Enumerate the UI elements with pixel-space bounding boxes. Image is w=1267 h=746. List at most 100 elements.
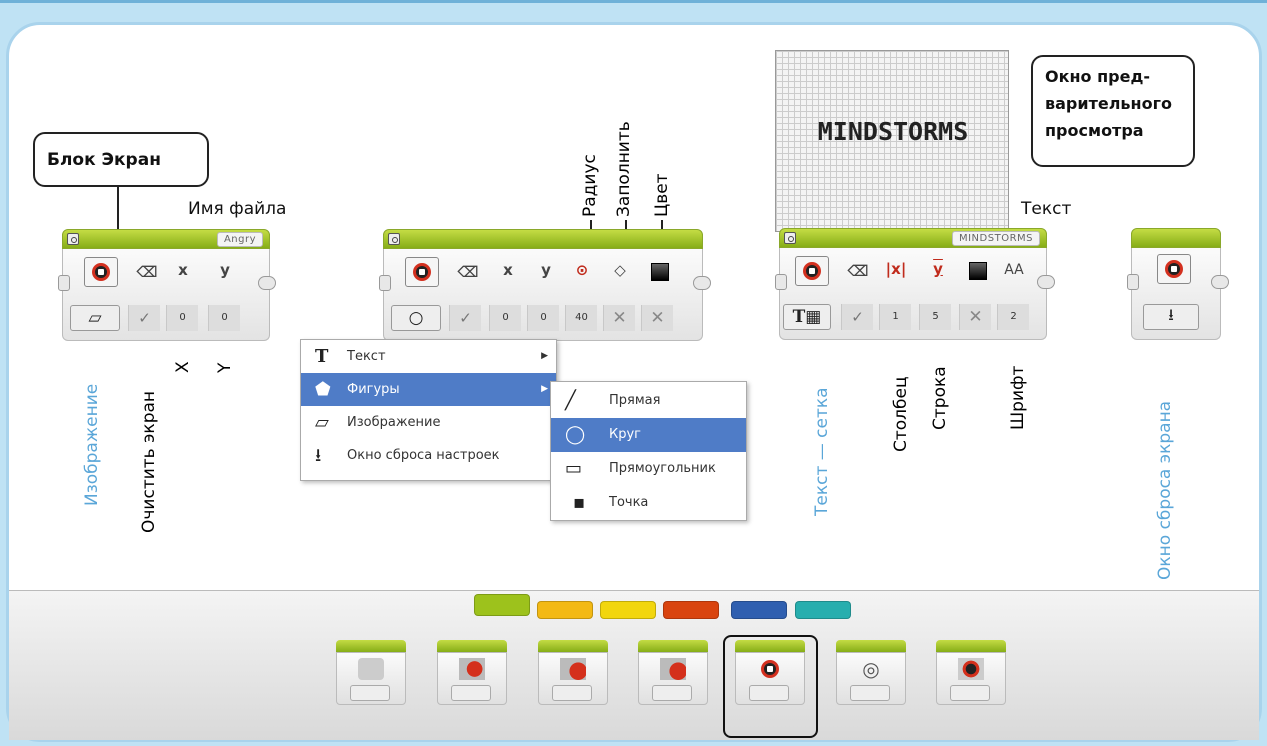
label-radius: Радиус	[580, 154, 600, 217]
palette-block-medium-motor[interactable]	[336, 640, 406, 705]
label-font: Шрифт	[1008, 365, 1028, 430]
x-value[interactable]: 0	[489, 305, 521, 331]
rectangle-icon: ▭	[565, 458, 583, 479]
menu-item-image[interactable]: ▱ Изображение	[301, 406, 556, 439]
submenu-item-line[interactable]: ╱ Прямая	[551, 384, 746, 418]
sequence-out-plug[interactable]	[258, 276, 276, 290]
download-icon: ⭳	[315, 445, 322, 466]
text-field[interactable]: MINDSTORMS	[951, 231, 1040, 246]
display-icon	[784, 232, 796, 244]
radius-value[interactable]: 40	[565, 305, 597, 331]
submenu-item-rectangle[interactable]: ▭ Прямоугольник	[551, 452, 746, 486]
clear-value[interactable]: ✓	[128, 305, 160, 331]
display-eye-icon	[92, 263, 110, 281]
callout-preview-line-1: Окно пред-	[1045, 67, 1150, 86]
tank-icon	[660, 658, 686, 680]
palette-tab-data[interactable]	[663, 601, 719, 619]
reset-mode-button[interactable]: ⭳	[1143, 304, 1199, 330]
sequence-out-plug[interactable]	[1037, 275, 1055, 289]
submenu-arrow-icon: ▶	[541, 384, 548, 394]
filename-field[interactable]: Angry	[216, 232, 263, 247]
label-fill: Заполнить	[614, 121, 634, 217]
display-block-image[interactable]: Angry ▱ ⌫ x y ✓ 0 0	[58, 229, 276, 341]
palette-tab-action[interactable]	[474, 594, 530, 616]
color-icon	[965, 260, 991, 282]
palette-block-sound[interactable]: ◎	[836, 640, 906, 705]
submenu-item-point[interactable]: ▪ Точка	[551, 486, 746, 520]
column-value[interactable]: 1	[879, 304, 911, 330]
sequence-in-plug[interactable]	[775, 274, 787, 290]
fill-value[interactable]: ✕	[603, 305, 635, 331]
submenu-item-label: Точка	[609, 495, 649, 510]
palette-tab-flow[interactable]	[537, 601, 593, 619]
y-value[interactable]: 0	[208, 305, 240, 331]
menu-item-label: Окно сброса настроек	[347, 448, 500, 463]
menu-item-text[interactable]: T Текст ▶	[301, 340, 556, 373]
mode-selector[interactable]	[84, 257, 118, 287]
point-icon: ▪	[573, 492, 586, 513]
sequence-out-plug[interactable]	[693, 276, 711, 290]
text-icon: T	[315, 346, 329, 367]
clear-value[interactable]: ✓	[449, 305, 481, 331]
palette-block-brick-light[interactable]	[936, 640, 1006, 705]
menu-item-shapes[interactable]: ⬟ Фигуры ▶	[301, 373, 556, 406]
display-eye-icon	[803, 262, 821, 280]
column-icon: |x|	[885, 260, 907, 278]
sequence-in-plug[interactable]	[379, 275, 391, 291]
sequence-in-plug[interactable]	[58, 275, 70, 291]
palette-block-move-tank[interactable]	[638, 640, 708, 705]
label-color: Цвет	[652, 173, 672, 217]
steering-icon	[560, 658, 586, 680]
x-value[interactable]: 0	[166, 305, 198, 331]
mode-menu: T Текст ▶ ⬟ Фигуры ▶ ▱ Изображение ⭳ Окно сбро…	[300, 339, 557, 481]
callout-preview: Окно пред- варительного просмотра	[1031, 55, 1195, 167]
label-text-grid: Текст — сетка	[812, 387, 832, 516]
callout-screen-block: Блок Экран	[33, 132, 209, 187]
submenu-item-label: Круг	[609, 427, 642, 442]
palette-tab-advanced[interactable]	[731, 601, 787, 619]
row-value[interactable]: 5	[919, 304, 951, 330]
clear-value[interactable]: ✓	[841, 304, 873, 330]
color-icon	[647, 261, 673, 283]
palette-block-display[interactable]	[735, 640, 805, 705]
palette-block-move-steering[interactable]	[538, 640, 608, 705]
menu-item-reset[interactable]: ⭳ Окно сброса настроек	[301, 439, 556, 472]
x-param-label: x	[503, 261, 513, 279]
display-block-text-grid[interactable]: MINDSTORMS T▦ ⌫ |x| y AA ✓ 1 5 ✕ 2	[775, 228, 1055, 340]
display-icon	[388, 233, 400, 245]
block-header: MINDSTORMS	[779, 228, 1047, 248]
image-mode-button[interactable]: ▱	[70, 305, 120, 331]
color-value[interactable]: ✕	[641, 305, 673, 331]
shapes-submenu: ╱ Прямая ◯ Круг ▭ Прямоугольник ▪ Точка	[550, 381, 747, 521]
clear-icon: ⌫	[847, 262, 869, 280]
submenu-item-circle[interactable]: ◯ Круг	[551, 418, 746, 452]
text-grid-mode-button[interactable]: T▦	[783, 304, 831, 330]
palette-tab-myblocks[interactable]	[795, 601, 851, 619]
callout-preview-line-2: варительного	[1045, 94, 1172, 113]
shape-mode-button[interactable]: ○	[391, 305, 441, 331]
label-y: Y	[215, 362, 235, 373]
display-block-shapes[interactable]: ○ ⌫ x y ⊙ ◇ ✓ 0 0 40 ✕ ✕	[379, 229, 711, 341]
mode-selector[interactable]	[405, 257, 439, 287]
label-reset-window: Окно сброса экрана	[1155, 400, 1175, 580]
block-header	[1131, 228, 1221, 248]
label-image: Изображение	[82, 383, 102, 506]
x-param-label: x	[178, 261, 188, 279]
y-value[interactable]: 0	[527, 305, 559, 331]
palette-block-large-motor[interactable]	[437, 640, 507, 705]
brick-light-icon	[958, 658, 984, 680]
display-block-reset[interactable]: ⭳	[1127, 228, 1229, 340]
label-clear: Очистить экран	[139, 390, 159, 533]
menu-item-label: Текст	[347, 349, 386, 364]
label-row: Строка	[930, 366, 950, 430]
sequence-in-plug[interactable]	[1127, 274, 1139, 290]
sequence-out-plug[interactable]	[1211, 275, 1229, 289]
y-param-label: y	[220, 261, 230, 279]
mode-selector[interactable]	[1157, 254, 1191, 284]
palette-tab-sensor[interactable]	[600, 601, 656, 619]
label-x: X	[173, 361, 193, 373]
color-value[interactable]: ✕	[959, 304, 991, 330]
font-value[interactable]: 2	[997, 304, 1029, 330]
folder-icon: ▱	[315, 412, 329, 433]
mode-selector[interactable]	[795, 256, 829, 286]
